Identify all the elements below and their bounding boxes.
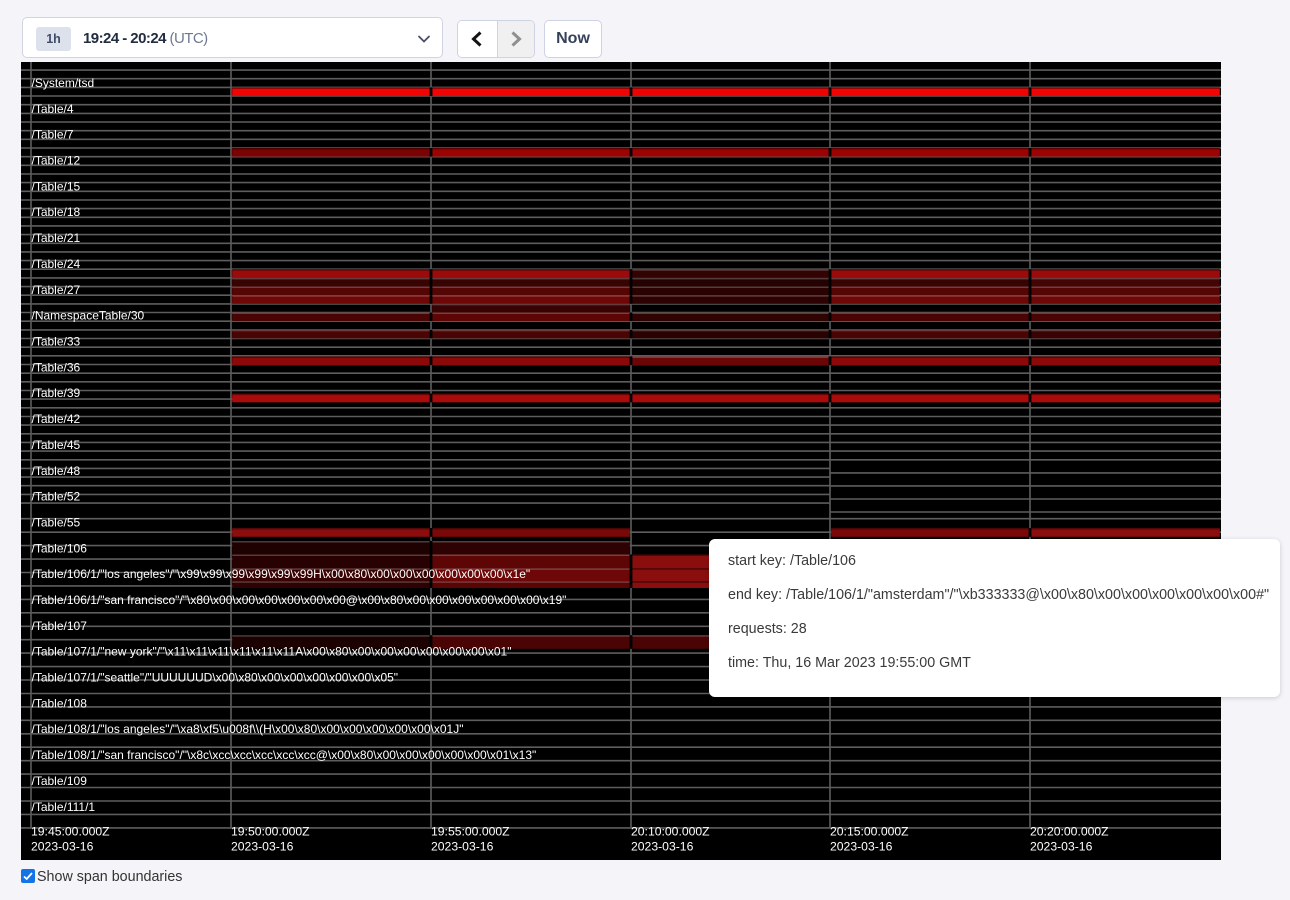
svg-text:/Table/108/1/"san francisco"/": /Table/108/1/"san francisco"/"\x8c\xcc\x…	[32, 748, 537, 762]
svg-text:2023-03-16: 2023-03-16	[1030, 839, 1093, 853]
svg-text:/Table/106/1/"los angeles"/"\x: /Table/106/1/"los angeles"/"\x99\x99\x99…	[32, 567, 531, 581]
svg-text:/Table/111/1: /Table/111/1	[32, 800, 96, 814]
svg-text:19:45:00.000Z: 19:45:00.000Z	[31, 825, 110, 839]
svg-text:19:55:00.000Z: 19:55:00.000Z	[431, 825, 510, 839]
svg-text:/Table/45: /Table/45	[32, 438, 81, 452]
svg-text:/Table/12: /Table/12	[32, 154, 81, 168]
svg-text:/Table/18: /Table/18	[32, 205, 81, 219]
svg-text:/Table/33: /Table/33	[32, 335, 81, 349]
svg-text:/NamespaceTable/30: /NamespaceTable/30	[32, 309, 145, 323]
svg-text:/Table/108: /Table/108	[32, 696, 88, 710]
svg-text:/Table/21: /Table/21	[32, 231, 81, 245]
svg-text:/Table/107/1/"new york"/"\x11\: /Table/107/1/"new york"/"\x11\x11\x11\x1…	[32, 645, 512, 659]
svg-text:/Table/107: /Table/107	[32, 619, 88, 633]
svg-text:/Table/48: /Table/48	[32, 464, 81, 478]
svg-text:2023-03-16: 2023-03-16	[631, 839, 694, 853]
svg-text:/Table/106: /Table/106	[32, 541, 88, 555]
svg-text:2023-03-16: 2023-03-16	[830, 839, 893, 853]
svg-text:20:20:00.000Z: 20:20:00.000Z	[1030, 825, 1109, 839]
svg-text:20:15:00.000Z: 20:15:00.000Z	[830, 825, 909, 839]
svg-text:/Table/52: /Table/52	[32, 490, 81, 504]
svg-text:/Table/7: /Table/7	[32, 128, 74, 142]
svg-text:2023-03-16: 2023-03-16	[431, 839, 494, 853]
svg-text:/Table/27: /Table/27	[32, 283, 81, 297]
svg-text:/Table/15: /Table/15	[32, 179, 81, 193]
svg-text:/System/tsd: /System/tsd	[32, 76, 95, 90]
svg-text:/Table/24: /Table/24	[32, 257, 81, 271]
svg-text:/Table/36: /Table/36	[32, 360, 81, 374]
svg-text:19:50:00.000Z: 19:50:00.000Z	[231, 825, 310, 839]
svg-text:20:10:00.000Z: 20:10:00.000Z	[631, 825, 710, 839]
svg-text:2023-03-16: 2023-03-16	[231, 839, 294, 853]
svg-text:/Table/109: /Table/109	[32, 774, 88, 788]
svg-text:/Table/107/1/"seattle"/"UUUUUU: /Table/107/1/"seattle"/"UUUUUUD\x00\x80\…	[32, 671, 399, 685]
svg-text:/Table/108/1/"los angeles"/"\x: /Table/108/1/"los angeles"/"\xa8\xf5\u00…	[32, 722, 464, 736]
svg-text:/Table/39: /Table/39	[32, 386, 81, 400]
svg-text:/Table/42: /Table/42	[32, 412, 81, 426]
svg-text:2023-03-16: 2023-03-16	[31, 839, 94, 853]
svg-text:/Table/106/1/"san francisco"/": /Table/106/1/"san francisco"/"\x80\x00\x…	[32, 593, 567, 607]
svg-text:/Table/55: /Table/55	[32, 516, 81, 530]
svg-text:/Table/4: /Table/4	[32, 102, 74, 116]
